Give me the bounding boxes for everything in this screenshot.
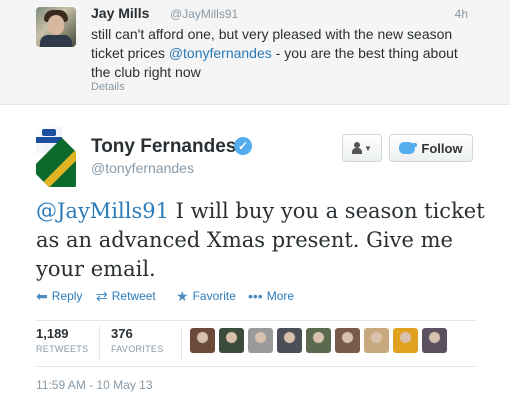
favoriter-avatar-9[interactable] [422,328,447,353]
reply-author-handle[interactable]: @JayMills91 [170,7,238,21]
retweet-button[interactable]: ⇄ Retweet [96,289,156,303]
reply-tweet-text: still can't afford one, but very pleased… [91,25,481,82]
favoriter-avatar-1[interactable] [190,328,215,353]
reply-mention-link[interactable]: @tonyfernandes [169,45,272,61]
stat-divider [99,326,100,360]
reply-label: Reply [51,289,83,303]
tweet-mention-link[interactable]: @JayMills91 [36,199,169,223]
more-label: More [266,289,295,303]
stat-divider [181,326,182,360]
chevron-down-icon: ▼ [364,143,372,153]
retweet-label: Retweet [111,289,156,303]
follow-label: Follow [421,140,463,156]
favorites-label: FAVORITES [111,344,164,354]
person-icon [352,142,363,154]
tweet-text: @JayMills91 I will buy you a season tick… [36,197,486,284]
reply-arrow-icon: ⬅ [36,288,48,304]
tony-fernandes-avatar[interactable] [36,127,76,187]
reply-timestamp[interactable]: 4h [455,7,468,21]
favoriter-avatar-4[interactable] [277,328,302,353]
favorite-label: Favorite [192,289,236,303]
favoriter-avatar-6[interactable] [335,328,360,353]
reply-author-name[interactable]: Jay Mills [91,5,149,21]
reply-tweet: Jay Mills @JayMills91 4h still can't aff… [0,0,510,105]
favoriter-avatar-2[interactable] [219,328,244,353]
follow-button[interactable]: Follow [389,134,473,162]
tweet-stats: 1,189 RETWEETS 376 FAVORITES [36,320,476,367]
author-handle[interactable]: @tonyfernandes [91,160,194,176]
details-link[interactable]: Details [91,81,125,93]
author-name[interactable]: Tony Fernandes [91,136,236,158]
tweet-timestamp[interactable]: 11:59 AM - 10 May 13 [36,378,153,392]
favoriter-avatar-3[interactable] [248,328,273,353]
star-icon: ★ [176,288,189,304]
more-dots-icon: ••• [248,288,263,304]
retweet-icon: ⇄ [96,288,108,304]
retweets-label: RETWEETS [36,344,89,354]
favorites-stat[interactable]: 376 FAVORITES [111,326,164,354]
jay-mills-avatar[interactable] [36,7,76,47]
favoriter-avatar-7[interactable] [364,328,389,353]
verified-badge-icon: ✓ [234,137,252,155]
retweets-stat[interactable]: 1,189 RETWEETS [36,326,88,354]
more-button[interactable]: ••• More [248,289,294,303]
twitter-bird-icon [399,142,418,154]
favoriter-avatar-8[interactable] [393,328,418,353]
favorites-count: 376 [111,326,133,341]
retweets-count: 1,189 [36,326,69,341]
reply-button[interactable]: ⬅ Reply [36,289,82,303]
favoriter-avatar-5[interactable] [306,328,331,353]
user-actions-dropdown-button[interactable]: ▼ [342,134,382,162]
favorite-button[interactable]: ★ Favorite [176,289,236,303]
